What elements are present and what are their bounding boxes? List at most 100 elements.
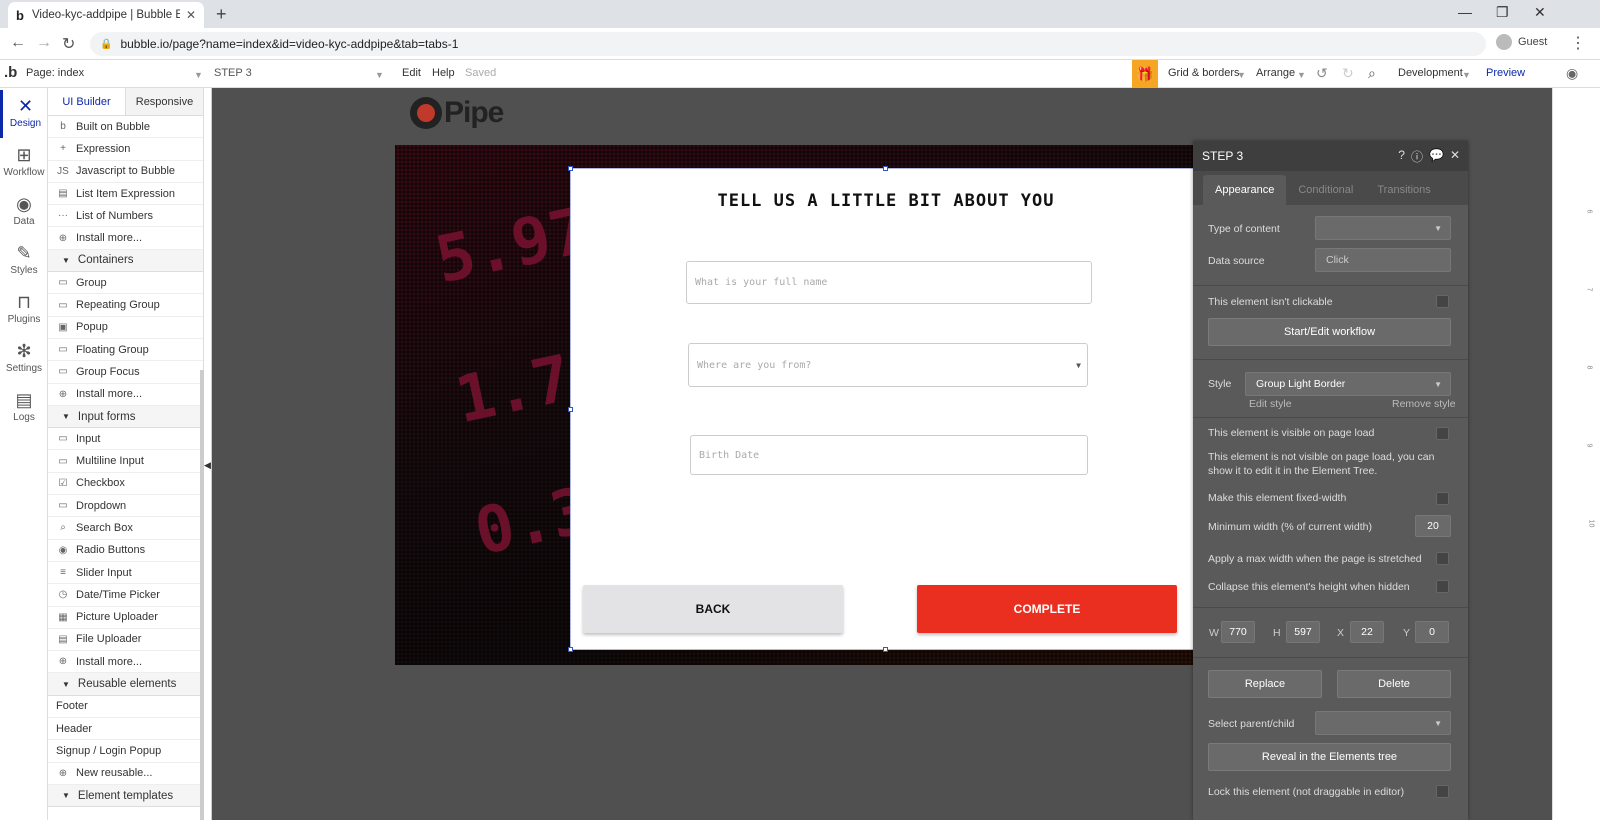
profile-button[interactable]: Guest xyxy=(1496,34,1547,50)
tab-ui-builder[interactable]: UI Builder xyxy=(48,88,126,115)
element-item[interactable]: ≡ Slider Input xyxy=(48,562,203,585)
bubble-logo[interactable]: .b xyxy=(4,64,17,81)
collapse-height-checkbox[interactable] xyxy=(1436,580,1449,593)
nav-workflow[interactable]: ⊞ Workflow xyxy=(0,139,48,187)
nav-data[interactable]: ◉ Data xyxy=(0,188,48,236)
remove-style-link[interactable]: Remove style xyxy=(1392,398,1456,410)
element-item[interactable]: b Built on Bubble xyxy=(48,116,203,139)
section-header[interactable]: ▼ Reusable elements xyxy=(48,673,203,696)
visible-on-load-checkbox[interactable] xyxy=(1436,427,1449,440)
info-icon[interactable]: ⓘ xyxy=(1411,148,1423,165)
element-item[interactable]: Header xyxy=(48,718,203,741)
panel-collapse-handle[interactable]: ◀ xyxy=(204,88,212,820)
element-item[interactable]: JS Javascript to Bubble xyxy=(48,161,203,183)
element-item[interactable]: ⊕ Install more... xyxy=(48,651,203,674)
element-item[interactable]: ⊕ New reusable... xyxy=(48,763,203,785)
forward-icon[interactable]: → xyxy=(36,34,52,52)
complete-button[interactable]: COMPLETE xyxy=(917,585,1177,633)
lock-element-checkbox[interactable] xyxy=(1436,785,1449,798)
gift-icon[interactable]: 🎁 xyxy=(1132,60,1158,88)
tab-transitions[interactable]: Transitions xyxy=(1365,175,1442,205)
type-of-content-dropdown[interactable]: ▼ xyxy=(1315,216,1451,240)
element-item[interactable]: ▭ Floating Group xyxy=(48,339,203,362)
element-item[interactable]: ▭ Group Focus xyxy=(48,361,203,384)
country-dropdown[interactable]: Where are you from? ▼ xyxy=(688,343,1088,387)
restore-icon[interactable]: ❐ xyxy=(1496,4,1509,21)
section-header[interactable]: ▼ Containers xyxy=(48,249,203,273)
element-item[interactable]: ☑ Checkbox xyxy=(48,473,203,496)
preview-link[interactable]: Preview xyxy=(1486,67,1525,79)
element-item[interactable]: + Expression xyxy=(48,138,203,161)
element-selector[interactable]: STEP 3 xyxy=(214,67,252,79)
resize-handle[interactable] xyxy=(883,647,888,652)
nav-settings[interactable]: ✻ Settings xyxy=(0,335,48,383)
edit-style-link[interactable]: Edit style xyxy=(1249,398,1292,410)
close-window-icon[interactable]: ✕ xyxy=(1534,4,1546,21)
nav-styles[interactable]: ✎ Styles xyxy=(0,237,48,285)
resize-handle[interactable] xyxy=(568,407,573,412)
chevron-down-icon[interactable]: ▼ xyxy=(1462,70,1471,80)
replace-button[interactable]: Replace xyxy=(1208,670,1322,698)
element-item[interactable]: ▭ Group xyxy=(48,272,203,295)
element-item[interactable]: ▦ Picture Uploader xyxy=(48,607,203,629)
reveal-elements-tree-button[interactable]: Reveal in the Elements tree xyxy=(1208,743,1451,771)
element-item[interactable]: ▤ File Uploader xyxy=(48,629,203,652)
comment-icon[interactable]: 💬 xyxy=(1429,148,1444,165)
menu-edit[interactable]: Edit xyxy=(402,67,421,79)
delete-button[interactable]: Delete xyxy=(1337,670,1451,698)
resize-handle[interactable] xyxy=(568,647,573,652)
help-icon[interactable]: ? xyxy=(1398,148,1405,165)
element-item[interactable]: ▭ Input xyxy=(48,428,203,451)
more-menu-icon[interactable]: ⋮ xyxy=(1570,33,1586,53)
parent-child-dropdown[interactable]: ▼ xyxy=(1315,711,1451,735)
width-input[interactable]: 770 xyxy=(1221,621,1255,643)
element-item[interactable]: ▤ List Item Expression xyxy=(48,183,203,206)
menu-help[interactable]: Help xyxy=(432,67,455,79)
not-clickable-checkbox[interactable] xyxy=(1436,295,1449,308)
element-item[interactable]: ▣ Popup xyxy=(48,317,203,339)
element-item[interactable]: Signup / Login Popup xyxy=(48,740,203,763)
element-item[interactable]: ◷ Date/Time Picker xyxy=(48,584,203,607)
close-tab-icon[interactable]: ✕ xyxy=(186,8,196,22)
tab-appearance[interactable]: Appearance xyxy=(1203,175,1287,205)
back-button[interactable]: BACK xyxy=(583,585,843,633)
element-item[interactable]: ▭ Repeating Group xyxy=(48,294,203,317)
y-input[interactable]: 0 xyxy=(1415,621,1449,643)
resize-handle[interactable] xyxy=(883,166,888,171)
full-name-input[interactable]: What is your full name xyxy=(686,261,1092,304)
back-icon[interactable]: ← xyxy=(10,34,26,52)
element-item[interactable]: ⊕ Install more... xyxy=(48,227,203,250)
reload-icon[interactable]: ↻ xyxy=(62,34,75,54)
account-icon[interactable]: ◉ xyxy=(1566,65,1578,82)
nav-plugins[interactable]: ⊓ Plugins xyxy=(0,286,48,334)
section-header[interactable]: ▼ Input forms xyxy=(48,405,203,429)
min-width-input[interactable]: 20 xyxy=(1415,515,1451,537)
style-dropdown[interactable]: Group Light Border ▼ xyxy=(1245,372,1451,396)
element-item[interactable]: ▭ Multiline Input xyxy=(48,450,203,473)
environment-menu[interactable]: Development xyxy=(1398,67,1463,79)
property-editor-header[interactable]: STEP 3 ? ⓘ 💬 ✕ xyxy=(1193,141,1468,171)
x-input[interactable]: 22 xyxy=(1350,621,1384,643)
search-icon[interactable]: ⌕ xyxy=(1368,65,1376,82)
birth-date-picker[interactable]: Birth Date xyxy=(690,435,1088,475)
element-item[interactable]: ⌕ Search Box xyxy=(48,517,203,540)
element-item[interactable]: ··· List of Numbers xyxy=(48,205,203,228)
chevron-down-icon[interactable]: ▼ xyxy=(1237,70,1246,80)
nav-logs[interactable]: ▤ Logs xyxy=(0,384,48,432)
chevron-down-icon[interactable]: ▼ xyxy=(1297,70,1306,80)
new-tab-icon[interactable]: + xyxy=(216,4,227,24)
tab-conditional[interactable]: Conditional xyxy=(1286,175,1365,205)
collapse-arrow-icon[interactable]: ◀ xyxy=(204,460,211,471)
chevron-down-icon[interactable]: ▼ xyxy=(194,70,203,80)
tab-responsive[interactable]: Responsive xyxy=(126,88,203,115)
chevron-down-icon[interactable]: ▼ xyxy=(375,70,384,80)
max-width-checkbox[interactable] xyxy=(1436,552,1449,565)
element-item[interactable]: Footer xyxy=(48,696,203,719)
section-header[interactable]: ▼ Element templates xyxy=(48,784,203,808)
browser-tab[interactable]: b Video-kyc-addpipe | Bubble Edit ✕ xyxy=(8,2,204,28)
resize-handle[interactable] xyxy=(568,166,573,171)
element-item[interactable]: ▭ Dropdown xyxy=(48,495,203,518)
url-input[interactable]: 🔒 bubble.io/page?name=index&id=video-kyc… xyxy=(90,32,1486,56)
height-input[interactable]: 597 xyxy=(1286,621,1320,643)
minimize-icon[interactable]: — xyxy=(1458,4,1472,20)
